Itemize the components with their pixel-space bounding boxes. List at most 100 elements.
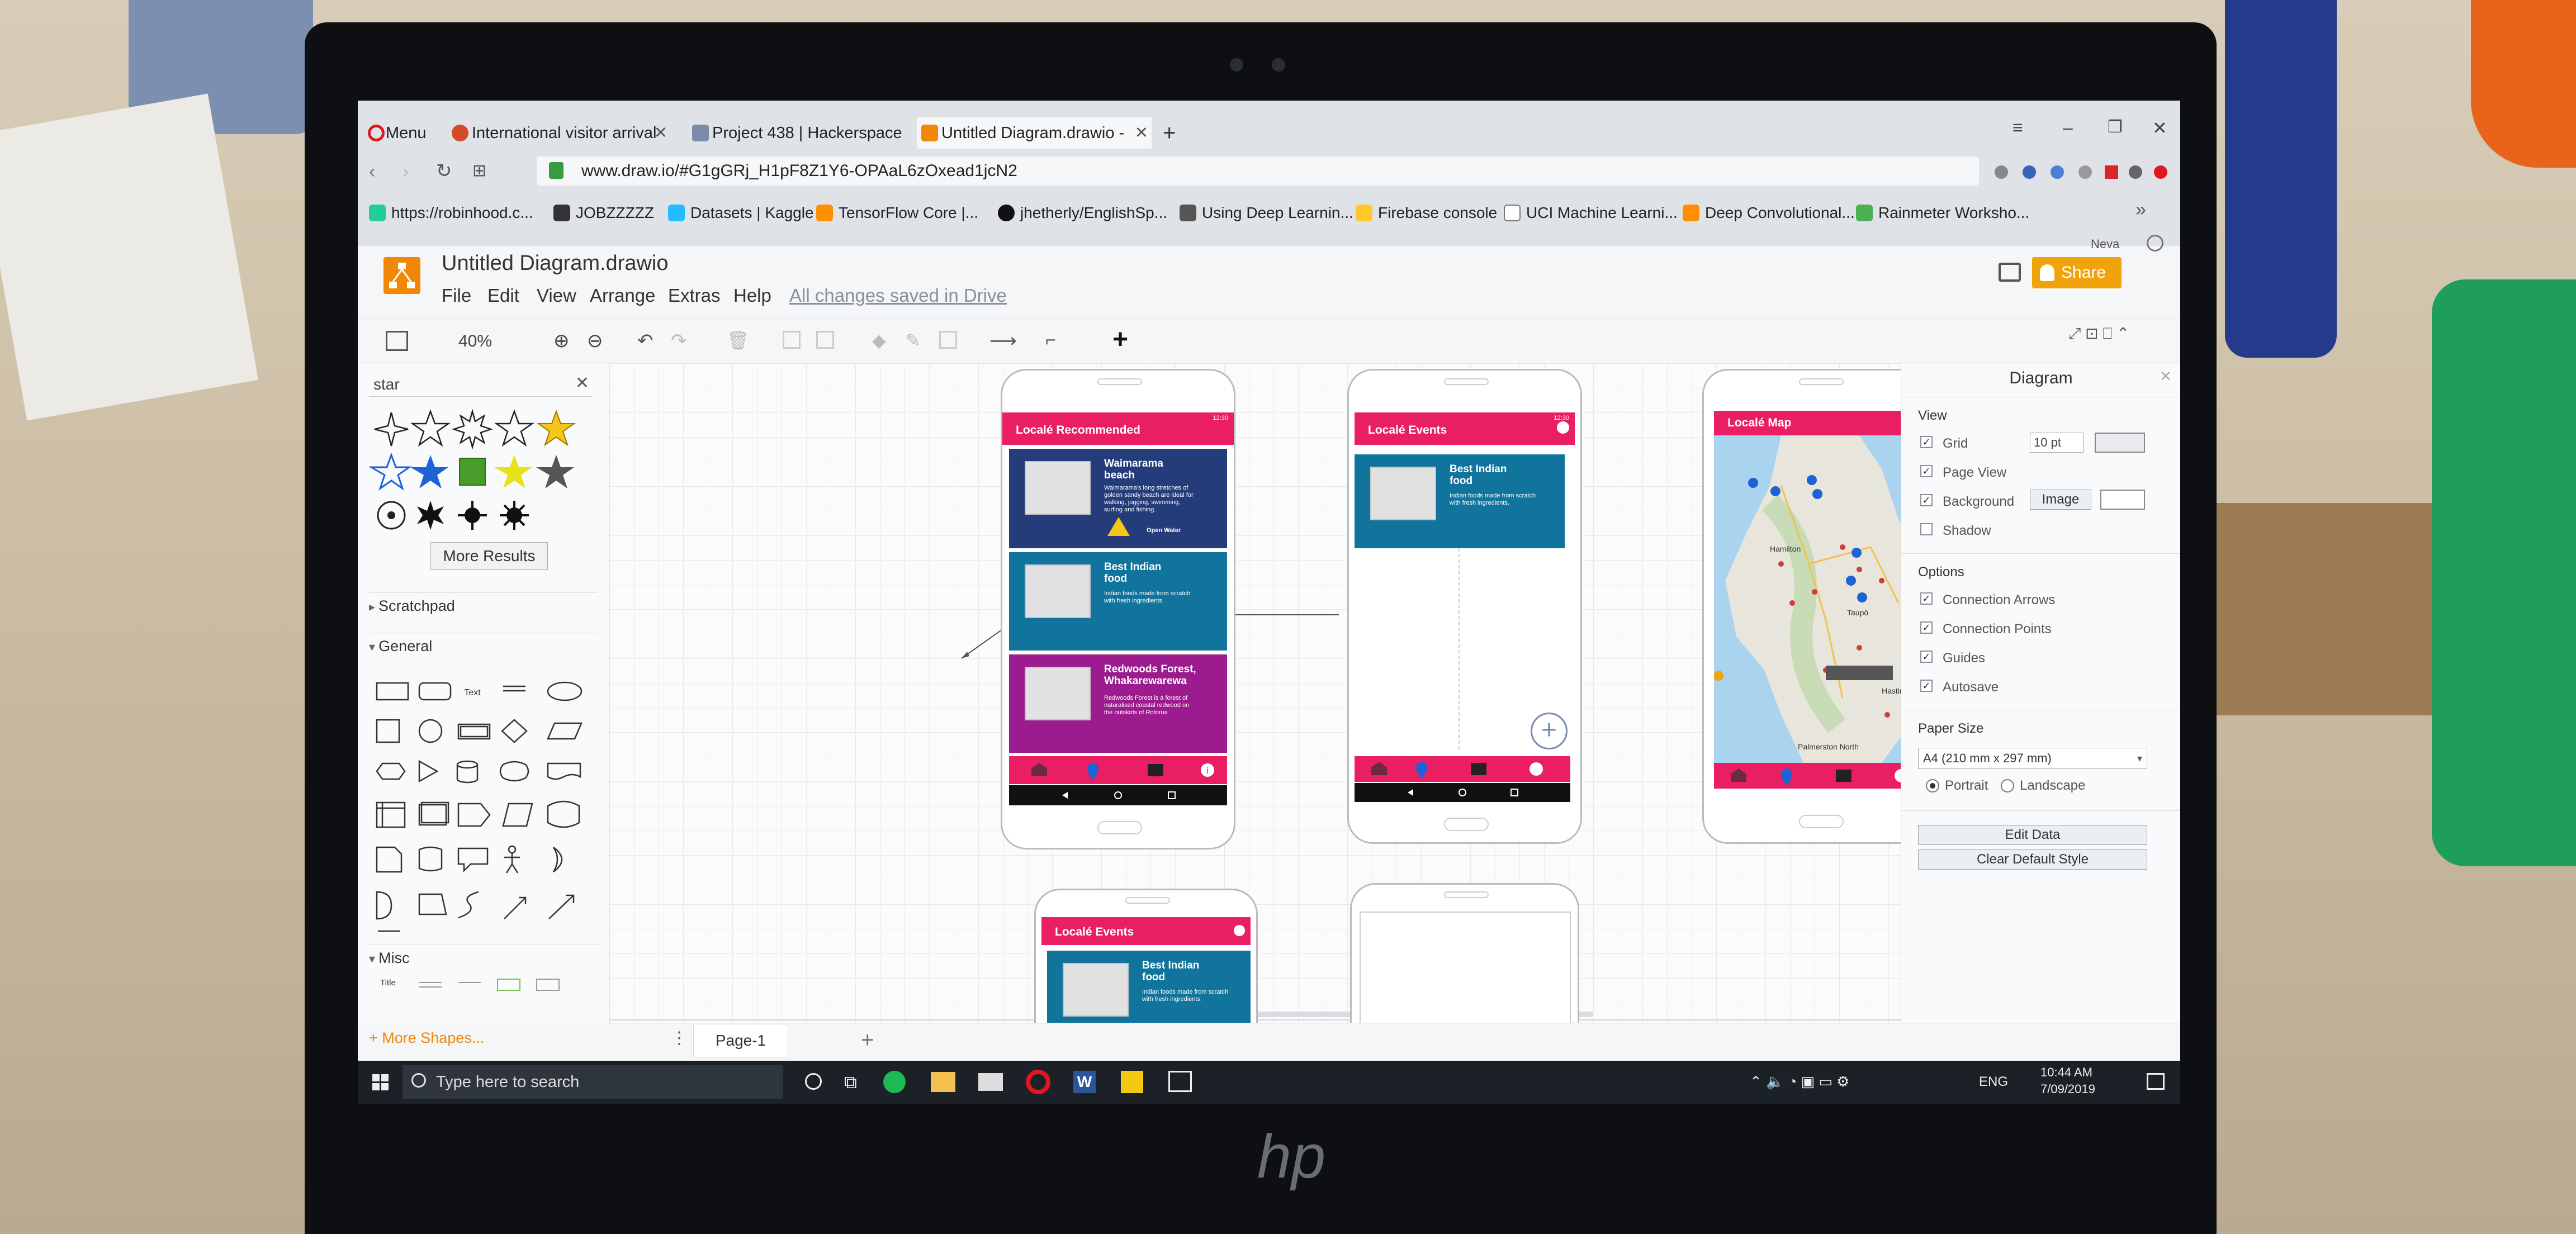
- portrait-radio[interactable]: [1926, 779, 1939, 792]
- star-shapes-grid[interactable]: [369, 408, 593, 537]
- tab-drawio[interactable]: Untitled Diagram.drawio - ✕: [917, 117, 1152, 149]
- powerbi-icon[interactable]: [1121, 1071, 1143, 1093]
- bookmark-rainmeter[interactable]: Rainmeter Worksho...: [1856, 200, 2029, 226]
- taskbar-search-box[interactable]: Type here to search: [402, 1065, 783, 1099]
- tab-close-icon[interactable]: ✕: [1135, 117, 1148, 149]
- delete-icon[interactable]: 🗑: [727, 330, 750, 351]
- grid-checkbox[interactable]: ✓: [1920, 436, 1933, 448]
- to-front-icon[interactable]: [783, 331, 801, 349]
- card-best-indian-food[interactable]: Best Indian food Indian foods made from …: [1355, 454, 1565, 548]
- grid-color-swatch[interactable]: [2095, 433, 2145, 453]
- bookmark-firebase[interactable]: Firebase console: [1356, 200, 1497, 226]
- word-icon[interactable]: W: [1073, 1071, 1096, 1093]
- close-panel-icon[interactable]: ✕: [2160, 368, 2172, 385]
- grid-size-input[interactable]: 10 pt: [2030, 433, 2083, 453]
- to-back-icon[interactable]: [816, 331, 834, 349]
- bookmark-tensorflow[interactable]: TensorFlow Core |...: [816, 200, 978, 226]
- recents-key-icon[interactable]: [1510, 789, 1518, 796]
- add-page-button[interactable]: +: [861, 1024, 874, 1056]
- menu-view[interactable]: View: [537, 285, 576, 306]
- drawio-logo-icon[interactable]: [383, 257, 420, 294]
- close-window-icon[interactable]: ✕: [2152, 117, 2167, 139]
- edit-icon[interactable]: [1471, 763, 1486, 775]
- tab-list-icon[interactable]: ≡: [2012, 117, 2023, 138]
- diagram-canvas[interactable]: Localé Recommended 12:30 Waimarama beach…: [609, 363, 1937, 1104]
- diagram-title[interactable]: Untitled Diagram.drawio: [442, 251, 669, 276]
- bookmark-robinhood[interactable]: https://robinhood.c...: [369, 200, 533, 226]
- menu-edit[interactable]: Edit: [487, 285, 519, 306]
- fill-color-icon[interactable]: ◆: [872, 330, 886, 351]
- home-key-icon[interactable]: [1114, 791, 1122, 799]
- bookmark-deep-conv[interactable]: Deep Convolutional...: [1683, 200, 1855, 226]
- edit-data-button[interactable]: Edit Data: [1918, 825, 2147, 845]
- forward-icon[interactable]: ›: [402, 161, 409, 183]
- minimize-icon[interactable]: –: [2063, 117, 2073, 138]
- bookmark-github[interactable]: jhetherly/EnglishSp...: [998, 200, 1167, 226]
- format-panel-toggle-icon[interactable]: [386, 331, 408, 351]
- connection-arrows-checkbox[interactable]: ✓: [1920, 592, 1933, 605]
- pages-menu-icon[interactable]: ⋮: [671, 1028, 688, 1048]
- home-key-icon[interactable]: [1459, 789, 1466, 796]
- tab-menu[interactable]: Menu: [363, 117, 447, 149]
- more-results-button[interactable]: More Results: [430, 542, 548, 570]
- bookmark-uci[interactable]: UCI Machine Learni...: [1504, 200, 1678, 226]
- maximize-icon[interactable]: ❐: [2108, 117, 2123, 137]
- file-explorer-icon[interactable]: [931, 1072, 955, 1092]
- general-section[interactable]: ▾ General: [369, 633, 598, 657]
- background-image-button[interactable]: Image: [2030, 490, 2091, 510]
- comment-icon[interactable]: [1999, 263, 2021, 282]
- back-icon[interactable]: ‹: [369, 161, 375, 183]
- page-view-checkbox[interactable]: ✓: [1920, 465, 1933, 477]
- menu-arrange[interactable]: Arrange: [590, 285, 655, 306]
- tab-international-visitor[interactable]: International visitor arrival ✕: [447, 117, 671, 149]
- overflow-icon[interactable]: [1234, 925, 1245, 936]
- home-icon[interactable]: [1031, 763, 1047, 776]
- clear-default-style-button[interactable]: Clear Default Style: [1918, 849, 2147, 870]
- tab-close-icon[interactable]: ✕: [654, 117, 667, 149]
- shadow-checkbox[interactable]: [1920, 523, 1933, 535]
- spotify-icon[interactable]: [883, 1071, 906, 1093]
- paper-size-select[interactable]: A4 (210 mm x 297 mm) ▾: [1918, 748, 2147, 769]
- bookmark-jobs[interactable]: JOBZZZZZ: [553, 200, 654, 226]
- back-key-icon[interactable]: [1062, 792, 1068, 799]
- line-color-icon[interactable]: ✎: [906, 330, 921, 351]
- autosave-checkbox[interactable]: ✓: [1920, 680, 1933, 692]
- pin-icon[interactable]: [1416, 762, 1427, 779]
- background-checkbox[interactable]: ✓: [1920, 494, 1933, 506]
- windows-start-icon[interactable]: [372, 1074, 389, 1091]
- tab-hackerspace[interactable]: Project 438 | Hackerspace: [688, 117, 911, 149]
- back-key-icon[interactable]: [1408, 789, 1413, 796]
- opera-taskbar-icon[interactable]: [1026, 1070, 1050, 1094]
- info-icon[interactable]: [1530, 762, 1543, 776]
- scratchpad-section[interactable]: ▸ Scratchpad: [369, 592, 598, 617]
- shape-search-input[interactable]: star ✕: [369, 370, 593, 397]
- clock-time[interactable]: 10:44 AM: [2040, 1065, 2092, 1080]
- waypoints-icon[interactable]: ⌐: [1045, 330, 1056, 350]
- phone-mockup-recommended[interactable]: Localé Recommended 12:30 Waimarama beach…: [1001, 369, 1235, 849]
- fullscreen-icons[interactable]: ⤢ ⊡ ⎕ ⌃: [2068, 324, 2175, 347]
- overflow-icon[interactable]: [1557, 421, 1569, 434]
- reload-icon[interactable]: ↻: [436, 160, 452, 182]
- language-indicator[interactable]: ENG: [1979, 1074, 2008, 1090]
- shadow-icon[interactable]: [939, 331, 957, 349]
- redo-icon[interactable]: ↷: [671, 330, 687, 352]
- bookmark-deep-learning[interactable]: Using Deep Learnin...: [1180, 200, 1353, 226]
- card-best-indian-food[interactable]: Best Indian food Indian foods made from …: [1009, 552, 1227, 651]
- save-status[interactable]: All changes saved in Drive: [789, 285, 1007, 306]
- cortana-icon[interactable]: [805, 1073, 822, 1090]
- clear-search-icon[interactable]: ✕: [575, 373, 589, 393]
- recents-key-icon[interactable]: [1168, 791, 1176, 799]
- phone-mockup-events[interactable]: Localé Events 12:30 Best Indian food Ind…: [1347, 369, 1582, 844]
- edit-icon[interactable]: [1836, 770, 1852, 782]
- pin-icon[interactable]: [1781, 768, 1792, 785]
- globe-icon[interactable]: [2147, 235, 2163, 251]
- misc-shapes-row[interactable]: [414, 977, 581, 994]
- menu-file[interactable]: File: [442, 285, 471, 306]
- undo-icon[interactable]: ↶: [637, 330, 654, 352]
- user-name[interactable]: Neva: [2091, 237, 2119, 251]
- general-shapes-grid[interactable]: Text: [375, 676, 598, 933]
- background-color-swatch[interactable]: [2100, 490, 2145, 510]
- home-icon[interactable]: [1371, 762, 1387, 775]
- menu-help[interactable]: Help: [733, 285, 771, 306]
- home-icon[interactable]: [1731, 768, 1746, 782]
